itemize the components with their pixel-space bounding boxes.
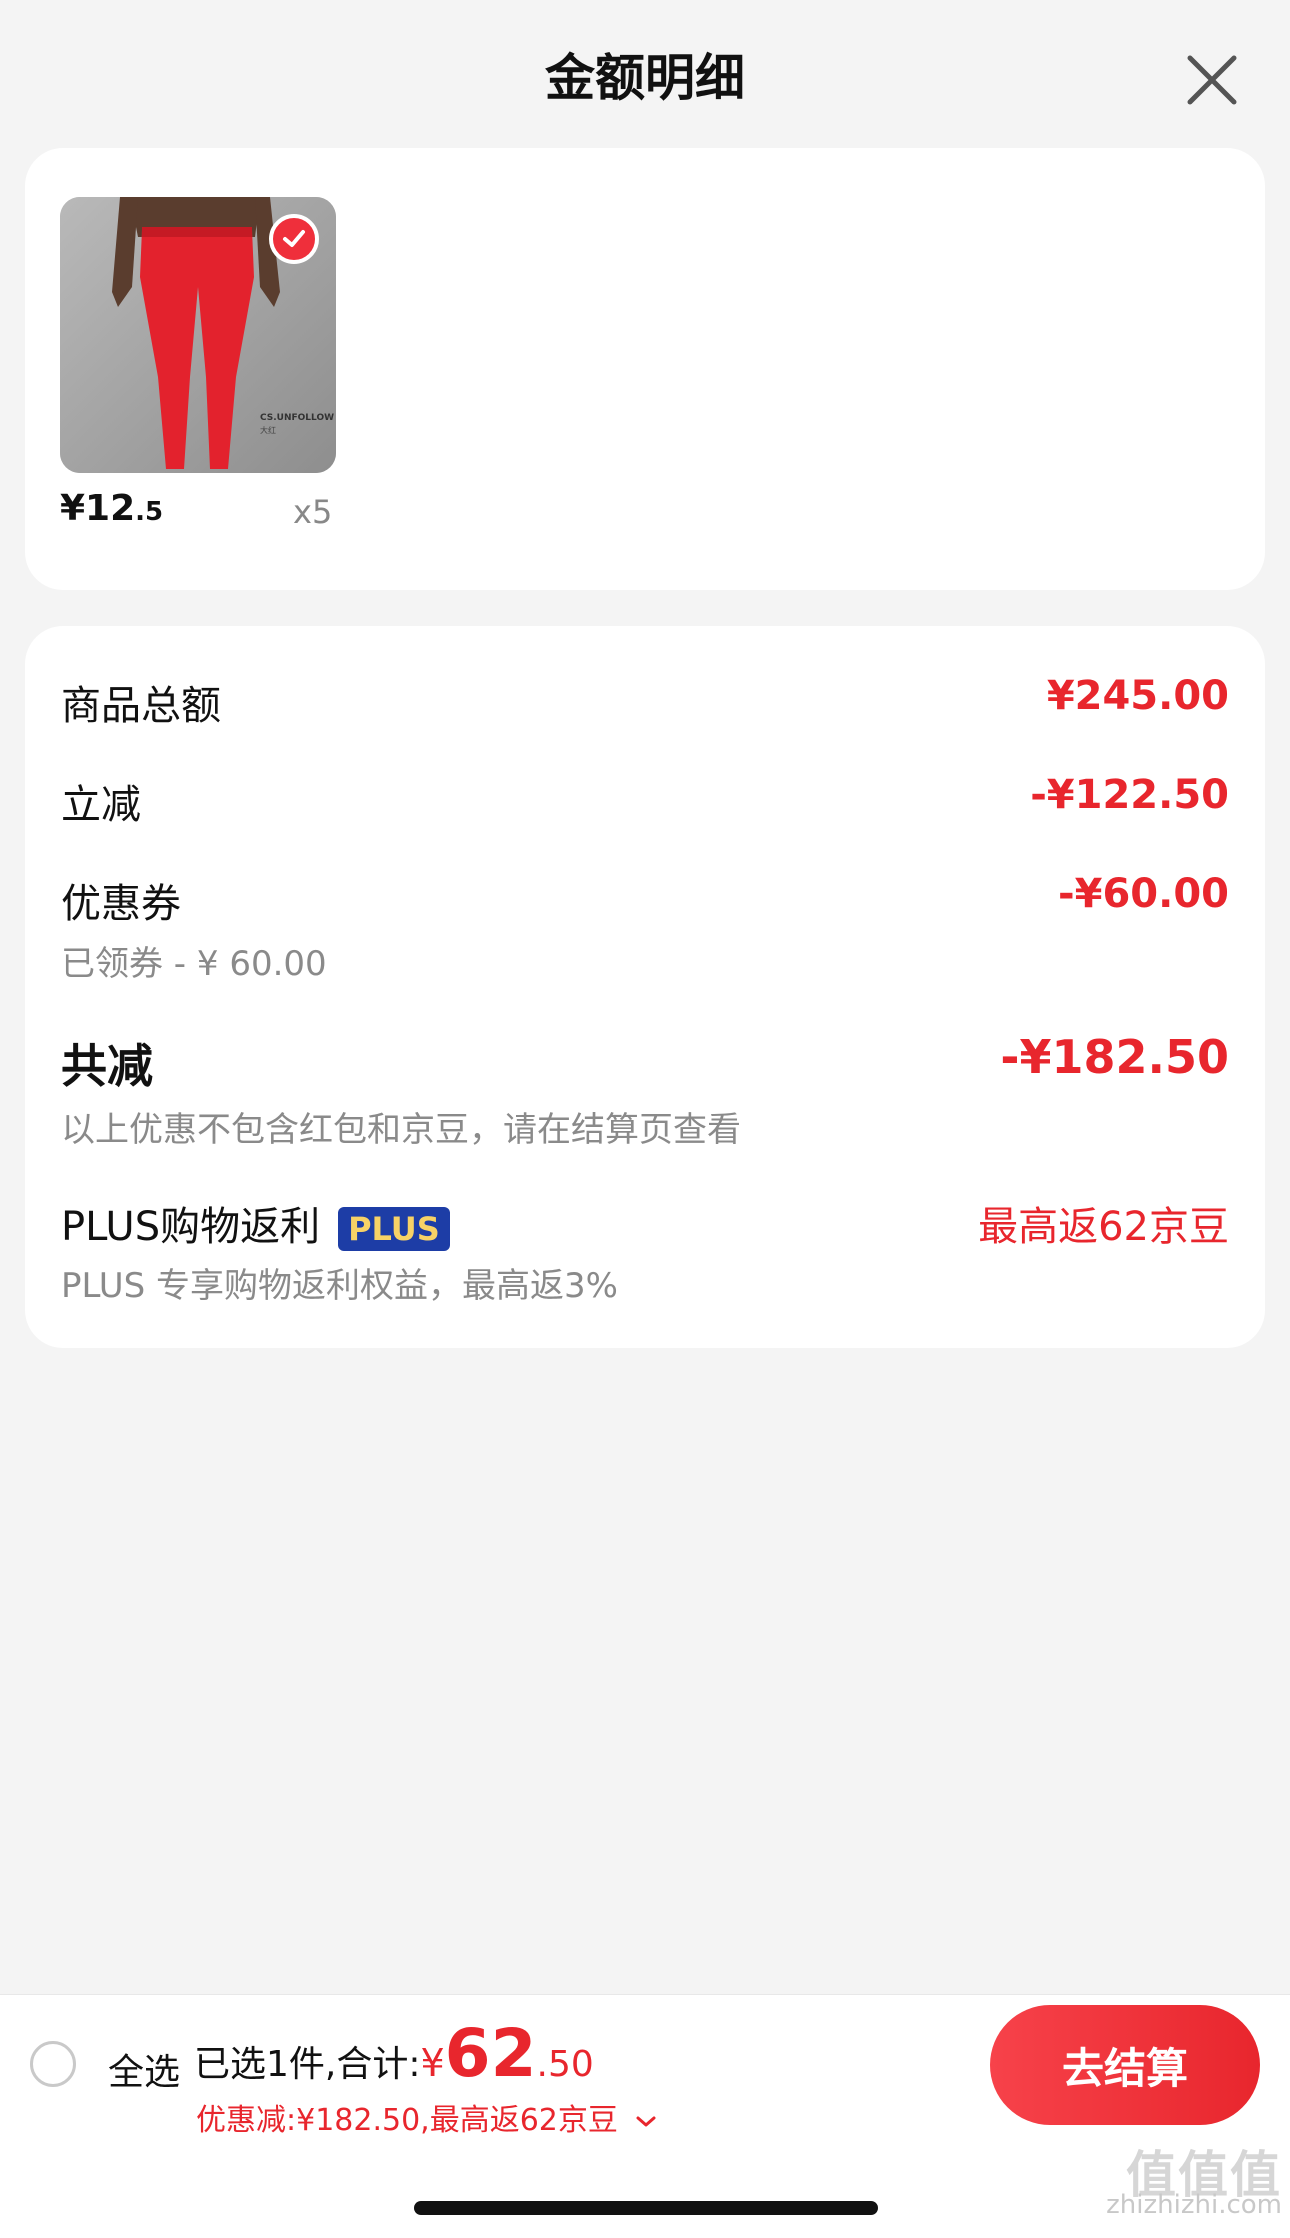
coupon-value: -¥60.00 <box>1058 871 1229 917</box>
instant-off-value: -¥122.50 <box>1030 772 1229 818</box>
watermark: 值值值 zhizhizhi.com <box>1106 2146 1282 2220</box>
checkmark-icon <box>283 230 305 247</box>
product-price-decimal: .5 <box>135 497 164 527</box>
sheet-header: 金额明细 <box>0 0 1290 148</box>
selected-text: 已选1件,合计: <box>194 2044 421 2085</box>
discount-summary[interactable]: 优惠减:¥182.50,最高返62京豆 <box>196 2095 659 2139</box>
instant-off-label: 立减 <box>61 782 141 828</box>
selected-summary: 已选1件,合计:¥62.50 <box>194 2015 594 2092</box>
plus-badge: PLUS <box>338 1207 450 1251</box>
product-card: CS.UNFOLLOW 大红 ¥12.5 x5 <box>25 148 1265 590</box>
total-integer: 62 <box>444 2015 537 2092</box>
total-decimal: .50 <box>536 2044 594 2085</box>
goods-total-label: 商品总额 <box>61 683 221 729</box>
product-image-brand: CS.UNFOLLOW <box>260 413 335 423</box>
close-icon <box>1187 55 1237 105</box>
plus-rebate-label: PLUS购物返利 <box>61 1204 321 1250</box>
checkout-button[interactable]: 去结算 <box>990 2005 1260 2125</box>
select-all-radio[interactable] <box>30 2041 76 2087</box>
discount-text: 优惠减:¥182.50,最高返62京豆 <box>196 2103 618 2138</box>
product-price: ¥12.5 <box>60 488 163 529</box>
product-quantity: x5 <box>293 493 333 531</box>
coupon-label: 优惠券 <box>61 881 181 927</box>
sheet-title: 金额明细 <box>545 49 745 107</box>
select-all-label[interactable]: 全选 <box>108 2043 180 2095</box>
plus-rebate-value: 最高返62京豆 <box>978 1204 1229 1250</box>
coupon-sub: 已领券 - ¥ 60.00 <box>61 944 327 984</box>
product-selected-check[interactable] <box>269 214 319 264</box>
product-image-color: 大红 <box>260 426 276 435</box>
checkout-bar: 全选 已选1件,合计:¥62.50 优惠减:¥182.50,最高返62京豆 去结… <box>0 1994 1290 2238</box>
close-button[interactable] <box>1176 44 1248 116</box>
home-indicator[interactable] <box>414 2201 878 2215</box>
amount-detail-sheet: 金额明细 CS.UNFOLLOW 大红 ¥12.5 x5 商品总额 ¥245.0… <box>0 0 1290 2238</box>
price-detail-card: 商品总额 ¥245.00 立减 -¥122.50 优惠券 -¥60.00 已领券… <box>25 626 1265 1348</box>
chevron-down-icon <box>636 2116 656 2126</box>
total-off-value: -¥182.50 <box>1000 1030 1229 1084</box>
goods-total-value: ¥245.00 <box>1046 673 1229 719</box>
plus-rebate-sub: PLUS 专享购物返利权益，最高返3% <box>61 1266 618 1306</box>
total-off-label: 共减 <box>61 1039 153 1093</box>
watermark-url: zhizhizhi.com <box>1106 2190 1282 2220</box>
plus-rebate-row: PLUS购物返利 PLUS <box>61 1194 450 1252</box>
watermark-logo: 值值值 <box>1126 2146 1282 2204</box>
product-price-main: ¥12 <box>60 488 136 529</box>
total-off-sub: 以上优惠不包含红包和京豆，请在结算页查看 <box>61 1110 741 1150</box>
total-symbol: ¥ <box>420 2041 445 2085</box>
